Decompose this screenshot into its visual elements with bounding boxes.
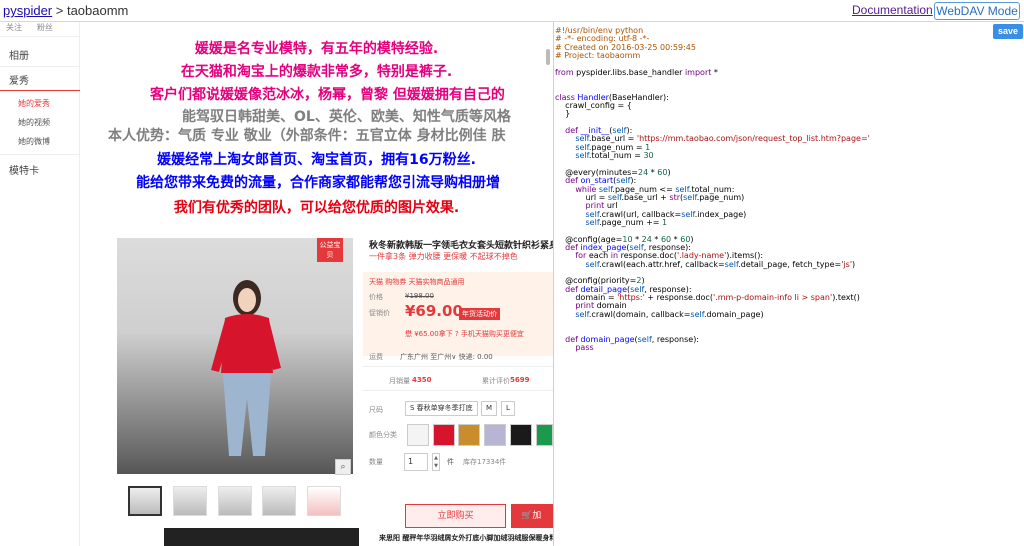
code-content[interactable]: #!/usr/bin/env python # -*- encoding: utf… — [555, 26, 870, 352]
sidebar-sub-her-video[interactable]: 她的视频 — [18, 117, 50, 128]
size-option-m[interactable]: M — [481, 401, 498, 416]
code-line[interactable]: # Project: taobaomm — [555, 51, 870, 60]
save-button[interactable]: save — [993, 24, 1023, 39]
shipping-label: 运费 — [369, 353, 383, 361]
sidebar-sub-her-hobby[interactable]: 她的爱秀 — [18, 98, 50, 109]
thumbnail-2[interactable] — [173, 486, 207, 516]
code-line[interactable]: self.crawl(domain, callback=self.domain_… — [555, 310, 870, 319]
intro-line: 在天猫和淘宝上的爆款非常多，特别是裤子. — [180, 64, 453, 80]
intro-line: 媛媛是名专业模特，有五年的模特经验. — [194, 41, 439, 57]
zoom-icon[interactable]: ⌕ — [335, 459, 351, 475]
charity-badge: 公益宝贝 — [317, 238, 343, 262]
code-line[interactable]: crawl_config = { — [555, 101, 870, 110]
shipping-info[interactable]: 广东广州 至广州∨ 快递: 0.00 — [400, 352, 493, 362]
price-label: 价格 — [369, 293, 383, 301]
code-line[interactable]: pass — [555, 343, 870, 352]
code-line[interactable]: self.page_num += 1 — [555, 218, 870, 227]
intro-line: 客户们都说媛媛像范冰冰，杨幂，曾黎 但媛媛拥有自己的 — [150, 87, 505, 103]
color-swatch-black[interactable] — [510, 424, 532, 446]
stock-info: 库存17334件 — [463, 458, 507, 466]
sidebar-item-album[interactable]: 相册 — [9, 47, 29, 62]
color-swatch-green[interactable] — [536, 424, 553, 446]
thumbnail-5[interactable] — [307, 486, 341, 516]
preview-pane[interactable]: 关注 粉丝 相册 爱秀 她的爱秀 她的视频 她的微博 模特卡 媛媛是名专业模特，… — [0, 22, 553, 546]
code-line[interactable] — [555, 319, 870, 327]
top-bar: pyspider > taobaomm Documentation WebDAV… — [0, 0, 1024, 22]
sidebar-sub-her-weibo[interactable]: 她的微博 — [18, 136, 50, 147]
sidebar-item-fans[interactable]: 粉丝 — [37, 22, 53, 33]
thumbnail-3[interactable] — [218, 486, 252, 516]
add-to-cart-button[interactable]: 🛒加 — [511, 504, 553, 528]
project-name: taobaomm — [66, 3, 129, 18]
color-swatch-camel[interactable] — [458, 424, 480, 446]
sidebar-item-hobby[interactable]: 爱秀 — [9, 72, 29, 87]
breadcrumb: pyspider > taobaomm — [3, 3, 128, 18]
intro-line: 本人优势：气质 专业 敬业（外部条件：五官立体 身材比例佳 肤 — [108, 128, 506, 144]
coupon-text[interactable]: 懋 ¥65.00拿下 ? 手机天猫购买更便宜 — [405, 329, 524, 339]
sidebar-item-follow[interactable]: 关注 — [6, 22, 22, 33]
documentation-link[interactable]: Documentation — [852, 3, 933, 17]
model-figure-image — [211, 280, 281, 456]
related-product-image[interactable] — [164, 528, 359, 546]
code-line[interactable]: } — [555, 110, 870, 118]
preview-scrollbar[interactable] — [546, 49, 550, 65]
product-subtitle: 一件拿3条 弹力收腰 更保暖 不起球不掉色 — [369, 252, 518, 261]
quantity-input[interactable]: 1 — [404, 453, 428, 471]
quantity-label: 数量 — [369, 458, 383, 466]
color-swatch-purple[interactable] — [484, 424, 506, 446]
color-swatch-white[interactable] — [407, 424, 429, 446]
promo-price: ¥69.00 — [405, 302, 463, 320]
add-to-cart-label: 加 — [532, 511, 542, 521]
reviews-value[interactable]: 5699 — [510, 376, 529, 384]
buy-now-button[interactable]: 立即购买 — [405, 504, 506, 528]
size-label: 尺码 — [369, 406, 383, 414]
color-swatch-red[interactable] — [433, 424, 455, 446]
monthly-sales-value: 4350 — [412, 376, 432, 384]
color-label: 颜色分类 — [369, 431, 397, 439]
sidebar-item-model-card[interactable]: 模特卡 — [9, 162, 39, 177]
code-line[interactable]: self.crawl(each.attr.href, callback=self… — [555, 260, 870, 269]
size-option-s[interactable]: S 春秋单穿冬季打底 — [405, 401, 478, 416]
promo-tag: 年货活动价 — [459, 308, 500, 320]
promo-label: 促销价 — [369, 309, 390, 317]
intro-line: 能驾驭日韩甜美、OL、英伦、欧美、知性气质等风格 — [182, 109, 511, 125]
reviews-label: 累计评价 — [482, 377, 510, 385]
monthly-sales-label: 月销量 — [389, 377, 410, 385]
product-main-image[interactable] — [117, 238, 353, 474]
quantity-stepper[interactable]: ▲ ▼ — [432, 453, 440, 471]
cart-icon: 🛒 — [521, 511, 533, 521]
breadcrumb-separator: > — [52, 3, 67, 18]
project-home-link[interactable]: pyspider — [3, 3, 52, 18]
intro-line: 我们有优秀的团队，可以给您优质的图片效果. — [173, 200, 460, 216]
original-price: ¥198.00 — [405, 292, 434, 300]
related-product-text[interactable]: 来思阳 醒秤年华羽绒屑女外打底小脚加绒羽绒服保暖身料 — [379, 533, 553, 543]
code-line[interactable] — [555, 77, 870, 85]
thumbnail-1[interactable] — [128, 486, 162, 516]
intro-line: 能给您带来免费的流量，合作商家都能帮您引流导购相册增 — [136, 175, 500, 191]
size-option-l[interactable]: L — [501, 401, 515, 416]
code-line[interactable]: self.total_num = 30 — [555, 151, 870, 160]
tmall-tags: 天猫 购物券 天猫实物商品通用 — [369, 278, 465, 286]
code-editor[interactable]: #!/usr/bin/env python # -*- encoding: utf… — [554, 22, 1024, 546]
intro-line: 媛媛经常上淘女郎首页、淘宝首页，拥有16万粉丝. — [157, 152, 476, 168]
code-line[interactable]: def domain_page(self, response): — [555, 335, 870, 344]
preview-sidebar: 关注 粉丝 相册 爱秀 她的爱秀 她的视频 她的微博 模特卡 — [0, 22, 80, 546]
product-title: 秋冬新款韩版一字领毛衣女套头短款针织衫紧身 — [369, 241, 553, 251]
webdav-mode-button[interactable]: WebDAV Mode — [934, 2, 1020, 20]
code-line[interactable]: from pyspider.libs.base_handler import * — [555, 68, 870, 77]
thumbnail-4[interactable] — [262, 486, 296, 516]
quantity-unit: 件 — [447, 458, 454, 466]
